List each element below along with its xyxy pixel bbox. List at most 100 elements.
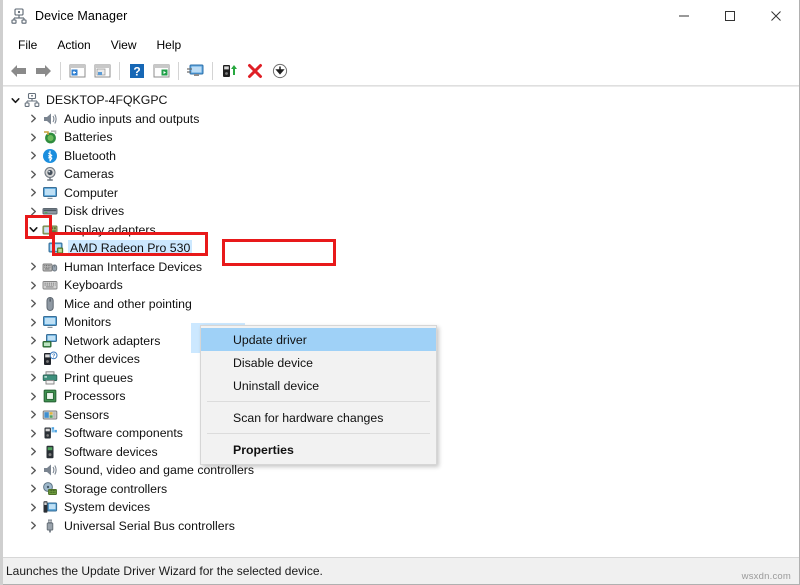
- back-arrow-icon[interactable]: [6, 59, 31, 83]
- tree-root-label: DESKTOP-4FQKGPC: [46, 93, 168, 108]
- menu-view[interactable]: View: [101, 36, 147, 54]
- chevron-right-icon[interactable]: [27, 112, 40, 125]
- chevron-right-icon[interactable]: [27, 279, 40, 292]
- menu-help[interactable]: Help: [147, 36, 192, 54]
- tree-item-label: Bluetooth: [64, 148, 116, 163]
- tree-item-bluetooth[interactable]: Bluetooth: [0, 147, 799, 166]
- context-menu-item-scan-for-hardware-changes[interactable]: Scan for hardware changes: [201, 406, 436, 429]
- software-device-icon: [42, 444, 58, 460]
- tree-item-audio-inputs-and-outputs[interactable]: Audio inputs and outputs: [0, 110, 799, 129]
- title-bar: Device Manager: [0, 0, 799, 33]
- tree-item-cameras[interactable]: Cameras: [0, 165, 799, 184]
- red-x-icon[interactable]: [242, 59, 267, 83]
- software-component-icon: [42, 425, 58, 441]
- action-pane-icon[interactable]: [149, 59, 174, 83]
- tree-item-disk-drives[interactable]: Disk drives: [0, 202, 799, 221]
- tree-item-label: Keyboards: [64, 278, 123, 293]
- context-menu-separator: [207, 433, 430, 434]
- device-manager-icon: [11, 8, 27, 24]
- toolbar-separator: [119, 61, 120, 80]
- tree-item-label: Monitors: [64, 315, 112, 330]
- monitor-icon: [42, 314, 58, 330]
- bluetooth-icon: [42, 148, 58, 164]
- camera-icon: [42, 166, 58, 182]
- tree-item-label: Storage controllers: [64, 481, 168, 496]
- chevron-right-icon[interactable]: [27, 390, 40, 403]
- tree-item-batteries[interactable]: Batteries: [0, 128, 799, 147]
- context-menu-item-update-driver[interactable]: Update driver: [201, 328, 436, 351]
- chevron-right-icon[interactable]: [27, 445, 40, 458]
- tree-item-label: Mice and other pointing: [64, 296, 192, 311]
- minimize-button[interactable]: [661, 0, 707, 32]
- chevron-right-icon[interactable]: [27, 260, 40, 273]
- processor-icon: [42, 388, 58, 404]
- forward-arrow-icon[interactable]: [31, 59, 56, 83]
- toolbar-separator: [212, 61, 213, 80]
- chevron-right-icon[interactable]: [27, 501, 40, 514]
- chevron-right-icon[interactable]: [27, 316, 40, 329]
- context-menu-item-disable-device[interactable]: Disable device: [201, 351, 436, 374]
- device-manager-window: Device Manager File Action View Help ? D…: [0, 0, 800, 585]
- tree-root-desktop[interactable]: DESKTOP-4FQKGPC: [0, 91, 799, 110]
- chevron-right-icon[interactable]: [27, 427, 40, 440]
- speaker-icon: [42, 462, 58, 478]
- display-adapters-expand-chevron-highlight: [25, 215, 52, 239]
- window-controls: [661, 0, 799, 32]
- storage-controller-icon: [42, 481, 58, 497]
- chevron-right-icon[interactable]: [27, 131, 40, 144]
- window-title: Device Manager: [35, 9, 128, 23]
- tree-item-mice-and-other-pointing[interactable]: Mice and other pointing: [0, 295, 799, 314]
- tree-item-computer[interactable]: Computer: [0, 184, 799, 203]
- svg-text:?: ?: [133, 64, 140, 78]
- usb-icon: [42, 518, 58, 534]
- unknown-device-icon: ?: [42, 351, 58, 367]
- maximize-button[interactable]: [707, 0, 753, 32]
- tree-item-label: Disk drives: [64, 204, 125, 219]
- chevron-right-icon[interactable]: [27, 482, 40, 495]
- context-menu-item-uninstall-device[interactable]: Uninstall device: [201, 374, 436, 397]
- tree-item-label: Universal Serial Bus controllers: [64, 518, 235, 533]
- tree-item-keyboards[interactable]: Keyboards: [0, 276, 799, 295]
- tree-item-human-interface-devices[interactable]: Human Interface Devices: [0, 258, 799, 277]
- update-driver-icon[interactable]: [217, 59, 242, 83]
- update-driver-menu-item-highlight: [222, 239, 336, 266]
- tree-item-system-devices[interactable]: System devices: [0, 498, 799, 517]
- device-tree-pane[interactable]: DESKTOP-4FQKGPC Audio inputs and outputs: [0, 86, 799, 557]
- tree-item-universal-serial-bus-controllers[interactable]: Universal Serial Bus controllers: [0, 517, 799, 536]
- window-left-border: [0, 0, 3, 585]
- chevron-down-icon[interactable]: [9, 94, 22, 107]
- chevron-right-icon[interactable]: [27, 334, 40, 347]
- chevron-right-icon[interactable]: [27, 186, 40, 199]
- chevron-right-icon[interactable]: [27, 408, 40, 421]
- menu-action[interactable]: Action: [47, 36, 100, 54]
- keyboard-icon: [42, 277, 58, 293]
- tree-item-storage-controllers[interactable]: Storage controllers: [0, 480, 799, 499]
- properties-window-icon[interactable]: [90, 59, 115, 83]
- context-menu[interactable]: Update driver Disable device Uninstall d…: [200, 325, 437, 465]
- status-bar-text: Launches the Update Driver Wizard for th…: [6, 564, 323, 578]
- chevron-right-icon[interactable]: [27, 149, 40, 162]
- menu-file[interactable]: File: [8, 36, 47, 54]
- tree-item-label: Print queues: [64, 370, 134, 385]
- context-menu-item-properties[interactable]: Properties: [201, 438, 436, 461]
- network-adapter-icon: [42, 333, 58, 349]
- toolbar-separator: [60, 61, 61, 80]
- amd-radeon-device-highlight: [52, 232, 208, 256]
- chevron-right-icon[interactable]: [27, 168, 40, 181]
- console-tree-icon[interactable]: [65, 59, 90, 83]
- chevron-right-icon[interactable]: [27, 371, 40, 384]
- watermark-text: wsxdn.com: [741, 571, 791, 582]
- chevron-right-icon[interactable]: [27, 464, 40, 477]
- close-button[interactable]: [753, 0, 799, 32]
- device-tree: DESKTOP-4FQKGPC Audio inputs and outputs: [0, 87, 799, 535]
- toolbar-separator: [178, 61, 179, 80]
- chevron-right-icon[interactable]: [27, 519, 40, 532]
- monitor-scan-icon[interactable]: [183, 59, 208, 83]
- toolbar: ?: [0, 56, 799, 86]
- chevron-right-icon[interactable]: [27, 297, 40, 310]
- chevron-right-icon[interactable]: [27, 353, 40, 366]
- down-arrow-circle-icon[interactable]: [267, 59, 292, 83]
- tree-item-label: Computer: [64, 185, 118, 200]
- question-mark-icon[interactable]: ?: [124, 59, 149, 83]
- sensor-icon: [42, 407, 58, 423]
